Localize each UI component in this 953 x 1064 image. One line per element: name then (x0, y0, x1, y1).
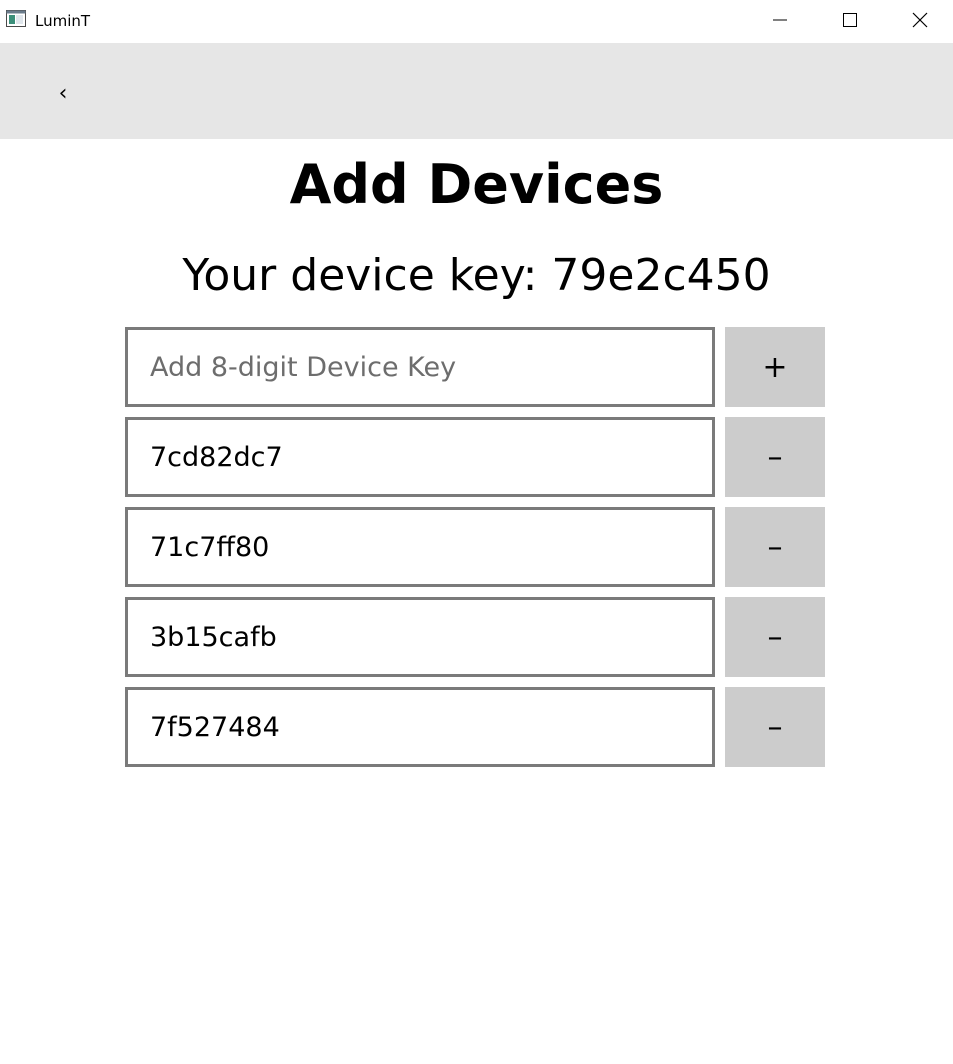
remove-device-button[interactable]: – (725, 507, 825, 587)
chevron-left-icon: ‹ (58, 80, 68, 106)
minimize-button[interactable] (745, 0, 815, 43)
minimize-icon (772, 12, 788, 32)
add-device-key-input[interactable] (125, 327, 715, 407)
maximize-button[interactable] (815, 0, 885, 43)
minus-icon: – (767, 529, 783, 565)
device-key-field[interactable] (125, 687, 715, 767)
close-button[interactable] (885, 0, 953, 43)
device-key-value: 79e2c450 (551, 250, 771, 301)
add-device-row: + (125, 327, 825, 407)
device-key-field[interactable] (125, 417, 715, 497)
device-row: – (125, 507, 825, 587)
window-title: LuminT (35, 12, 91, 30)
device-row: – (125, 597, 825, 677)
navigation-bar: ‹ (0, 43, 953, 139)
own-device-key: Your device key: 79e2c450 (0, 248, 953, 304)
device-row: – (125, 687, 825, 767)
page-title: Add Devices (289, 153, 664, 216)
device-key-field[interactable] (125, 597, 715, 677)
minus-icon: – (767, 619, 783, 655)
app-window-icon (6, 10, 26, 27)
remove-device-button[interactable]: – (725, 687, 825, 767)
back-button[interactable]: ‹ (40, 73, 86, 113)
device-key-label: Your device key: (182, 250, 552, 301)
device-key-field[interactable] (125, 507, 715, 587)
add-device-button[interactable]: + (725, 327, 825, 407)
remove-device-button[interactable]: – (725, 417, 825, 497)
remove-device-button[interactable]: – (725, 597, 825, 677)
minus-icon: – (767, 439, 783, 475)
app-window: LuminT ‹ Add Devices Your device key: 79… (0, 0, 953, 1064)
minus-icon: – (767, 709, 783, 745)
title-bar: LuminT (0, 0, 953, 43)
device-row: – (125, 417, 825, 497)
plus-icon: + (762, 349, 788, 385)
close-icon (912, 12, 928, 32)
maximize-icon (842, 12, 858, 32)
